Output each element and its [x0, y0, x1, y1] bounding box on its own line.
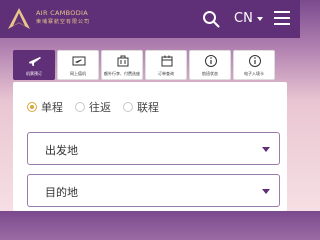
- radio-button[interactable]: [123, 102, 133, 112]
- tab-label: 网上值机: [70, 71, 86, 76]
- tab-e-arrival-card[interactable]: 电子入境卡: [233, 50, 275, 80]
- chevron-down-icon: [262, 189, 270, 194]
- info-icon: [249, 55, 261, 67]
- top-header: AIR CAMBODIA 柬埔寨航空有限公司 CN: [0, 0, 300, 38]
- tab-label: 机票预订: [26, 71, 42, 76]
- luggage-icon: [117, 55, 129, 67]
- hamburger-menu-icon[interactable]: [274, 11, 290, 25]
- tab-label: 订单查询: [158, 71, 174, 76]
- info-icon: [205, 55, 217, 67]
- tab-label: 电子入境卡: [244, 71, 264, 76]
- booking-panel: 单程 往返 联程 出发地 目的地: [13, 82, 287, 211]
- plane-icon: [29, 57, 41, 66]
- radio-round-trip[interactable]: 往返: [75, 99, 111, 115]
- trip-type-group: 单程 往返 联程: [27, 99, 171, 115]
- brand-name-en: AIR CAMBODIA: [36, 9, 88, 17]
- destination-select[interactable]: 目的地: [27, 174, 280, 207]
- origin-label: 出发地: [45, 144, 78, 157]
- logo-icon[interactable]: [6, 7, 32, 31]
- language-selector[interactable]: CN: [234, 11, 263, 26]
- calendar-icon: [161, 55, 173, 67]
- destination-label: 目的地: [45, 186, 78, 199]
- tab-label: 航班状态: [202, 71, 218, 76]
- boarding-pass-icon: [72, 56, 86, 66]
- tab-flight-status[interactable]: 航班状态: [189, 50, 231, 80]
- chevron-down-icon: [262, 147, 270, 152]
- brand-name[interactable]: AIR CAMBODIA 柬埔寨航空有限公司: [36, 10, 90, 25]
- radio-label: 往返: [89, 101, 111, 114]
- tab-online-checkin[interactable]: 网上值机: [57, 50, 99, 80]
- language-label: CN: [234, 11, 253, 26]
- radio-one-way[interactable]: 单程: [27, 99, 63, 115]
- radio-button[interactable]: [27, 102, 37, 112]
- tab-book-flight[interactable]: 机票预订: [13, 50, 55, 80]
- origin-select[interactable]: 出发地: [27, 132, 280, 165]
- radio-button[interactable]: [75, 102, 85, 112]
- tab-label: 额外行李、付费选座: [104, 71, 140, 76]
- chevron-down-icon: [256, 17, 263, 21]
- service-tabs: 机票预订 网上值机 额外行李、付费选座 订单查询 航班状态 电子入境卡: [13, 50, 277, 80]
- brand-name-cn: 柬埔寨航空有限公司: [36, 18, 91, 25]
- tab-extra-baggage-seat[interactable]: 额外行李、付费选座: [101, 50, 143, 80]
- radio-label: 单程: [41, 101, 63, 114]
- radio-label: 联程: [137, 101, 159, 114]
- radio-multi-city[interactable]: 联程: [123, 99, 159, 115]
- tab-manage-booking[interactable]: 订单查询: [145, 50, 187, 80]
- search-icon[interactable]: [202, 10, 220, 28]
